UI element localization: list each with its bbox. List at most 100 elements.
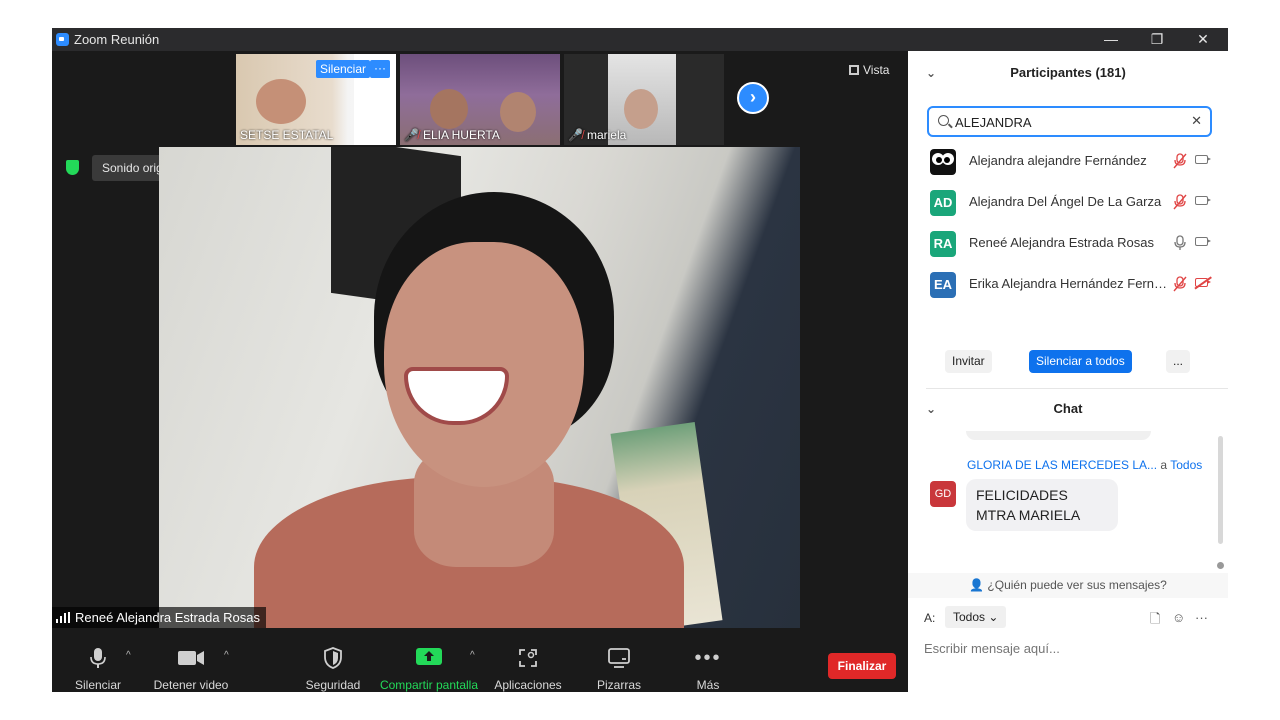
chat-scrollbar[interactable] <box>1218 436 1223 544</box>
thumbnail-name: SETSE ESTATAL <box>240 128 334 142</box>
mic-muted-icon: 🎤̸ <box>568 128 583 142</box>
participant-list: Alejandra alejandre Fernández AD Alejand… <box>908 141 1228 305</box>
microphone-icon <box>90 648 106 668</box>
chat-header: ⌄ Chat <box>908 389 1228 429</box>
whiteboard-icon <box>608 648 630 668</box>
active-speaker-video <box>159 147 800 628</box>
mic-muted-icon <box>1173 153 1187 172</box>
participant-name: Alejandra Del Ángel De La Garza <box>969 194 1162 209</box>
security-shield-icon <box>66 160 79 175</box>
more-options-icon[interactable]: ··· <box>1195 610 1208 625</box>
video-off-icon <box>1195 278 1211 287</box>
view-label: Vista <box>863 63 890 77</box>
video-camera-icon <box>1195 237 1211 246</box>
side-panel: ⌄ Participantes (181) ✕ Alejandra alejan… <box>908 51 1228 692</box>
thumbnail-mute-button[interactable]: Silenciar <box>316 60 371 78</box>
participant-search-input[interactable] <box>955 112 1185 132</box>
mic-muted-icon: 🎤̸ <box>404 128 419 142</box>
stop-video-button[interactable]: Detener video <box>149 628 233 692</box>
mute-label: Silenciar <box>74 678 122 692</box>
share-options-caret-icon[interactable]: ^ <box>470 650 475 661</box>
avatar <box>930 149 956 175</box>
thumbnail-elia-huerta[interactable]: 🎤̸ ELIA HUERTA <box>400 54 560 145</box>
chat-message-input[interactable] <box>924 641 1214 656</box>
message-recipient[interactable]: Todos <box>1170 458 1202 472</box>
video-stage: Silenciar ··· SETSE ESTATAL 🎤̸ ELIA HUERT… <box>52 51 908 628</box>
chevron-down-icon: ⌄ <box>988 610 999 624</box>
message-sender[interactable]: GLORIA DE LAS MERCEDES LA... <box>967 458 1157 472</box>
thumbnail-strip: Silenciar ··· SETSE ESTATAL 🎤̸ ELIA HUERT… <box>236 54 724 145</box>
file-icon[interactable]: 🗋 <box>1150 610 1160 632</box>
scrollbar-thumb[interactable] <box>1217 562 1224 569</box>
search-icon <box>938 115 949 126</box>
signal-bars-icon <box>56 612 70 623</box>
recipient-dropdown[interactable]: Todos ⌄ <box>945 606 1007 628</box>
apps-icon <box>519 649 537 667</box>
who-can-see-link[interactable]: 👤 ¿Quién puede ver sus mensajes? <box>908 573 1228 598</box>
thumbnail-more-button[interactable]: ··· <box>370 60 390 78</box>
participant-row[interactable]: EA Erika Alejandra Hernández Fernández <box>908 264 1228 305</box>
more-label: Más <box>696 678 720 692</box>
participant-name: Reneé Alejandra Estrada Rosas <box>969 235 1155 250</box>
share-screen-label: Compartir pantalla <box>379 678 479 692</box>
video-options-caret-icon[interactable]: ^ <box>224 650 229 661</box>
emoji-icon[interactable]: ☺ <box>1172 610 1185 625</box>
apps-label: Aplicaciones <box>494 678 562 692</box>
thumbnail-name-text: mariela <box>586 128 627 142</box>
thumbnail-name-text: ELIA HUERTA <box>422 128 500 142</box>
restore-button[interactable]: ❐ <box>1134 28 1180 51</box>
message-to-prefix: a <box>1160 458 1168 472</box>
zoom-window: Zoom Reunión — ❐ ✕ Silenciar ··· SETSE E… <box>52 28 1228 692</box>
active-speaker-label: Reneé Alejandra Estrada Rosas <box>52 607 267 628</box>
next-page-arrow-icon[interactable]: › <box>737 82 769 114</box>
participant-row[interactable]: Alejandra alejandre Fernández <box>908 141 1228 182</box>
avatar: AD <box>930 190 956 216</box>
mute-button[interactable]: Silenciar <box>70 628 126 692</box>
thumbnail-name: 🎤̸ mariela <box>568 128 626 142</box>
mute-all-button[interactable]: Silenciar a todos <box>1029 350 1132 373</box>
whiteboards-label: Pizarras <box>596 678 641 692</box>
chat-title: Chat <box>1053 401 1083 416</box>
recipient-value: Todos <box>953 610 986 624</box>
whiteboards-button[interactable]: Pizarras <box>590 628 648 692</box>
participant-row[interactable]: RA Reneé Alejandra Estrada Rosas <box>908 223 1228 264</box>
view-button[interactable]: Vista <box>849 63 889 77</box>
message-bubble: FELICIDADES MTRA MARIELA <box>966 479 1118 531</box>
to-label: A: <box>924 611 936 625</box>
audio-options-caret-icon[interactable]: ^ <box>126 650 131 661</box>
thumbnail-setse-estatal[interactable]: Silenciar ··· SETSE ESTATAL <box>236 54 396 145</box>
avatar: EA <box>930 272 956 298</box>
collapse-chevron-icon[interactable]: ⌄ <box>926 51 936 95</box>
collapse-chevron-icon[interactable]: ⌄ <box>926 389 936 429</box>
security-button[interactable]: Seguridad <box>302 628 364 692</box>
mic-muted-icon <box>1173 276 1187 295</box>
meeting-toolbar: Silenciar ^ Detener video ^ Seguridad Co… <box>52 628 908 692</box>
person-lock-icon: 👤 <box>969 578 985 592</box>
mic-muted-icon <box>1173 194 1187 213</box>
participants-more-button[interactable]: ... <box>1166 350 1191 373</box>
more-dots-icon: ••• <box>694 646 722 669</box>
apps-button[interactable]: Aplicaciones <box>492 628 564 692</box>
share-screen-button[interactable]: Compartir pantalla <box>379 628 479 692</box>
avatar: RA <box>930 231 956 257</box>
cartoon-eyes-avatar-icon <box>932 153 954 165</box>
window-title: Zoom Reunión <box>74 32 160 47</box>
security-label: Seguridad <box>305 678 361 692</box>
share-screen-icon <box>416 648 442 665</box>
participant-row[interactable]: AD Alejandra Del Ángel De La Garza <box>908 182 1228 223</box>
title-bar: Zoom Reunión — ❐ ✕ <box>52 28 1228 51</box>
minimize-button[interactable]: — <box>1088 28 1134 51</box>
participant-name: Erika Alejandra Hernández Fernández <box>969 276 1169 291</box>
close-window-button[interactable]: ✕ <box>1180 28 1226 51</box>
video-figure <box>384 242 584 487</box>
thumbnail-name: 🎤̸ ELIA HUERTA <box>404 128 500 142</box>
grid-view-icon <box>849 65 859 75</box>
invite-button[interactable]: Invitar <box>945 350 992 373</box>
more-button[interactable]: ••• Más <box>684 628 732 693</box>
thumbnail-mariela[interactable]: 🎤̸ mariela <box>564 54 724 145</box>
end-meeting-button[interactable]: Finalizar <box>828 653 896 679</box>
participant-search[interactable]: ✕ <box>927 106 1212 137</box>
avatar: GD <box>930 481 956 507</box>
clear-search-icon[interactable]: ✕ <box>1191 113 1202 129</box>
video-camera-icon <box>178 651 204 665</box>
